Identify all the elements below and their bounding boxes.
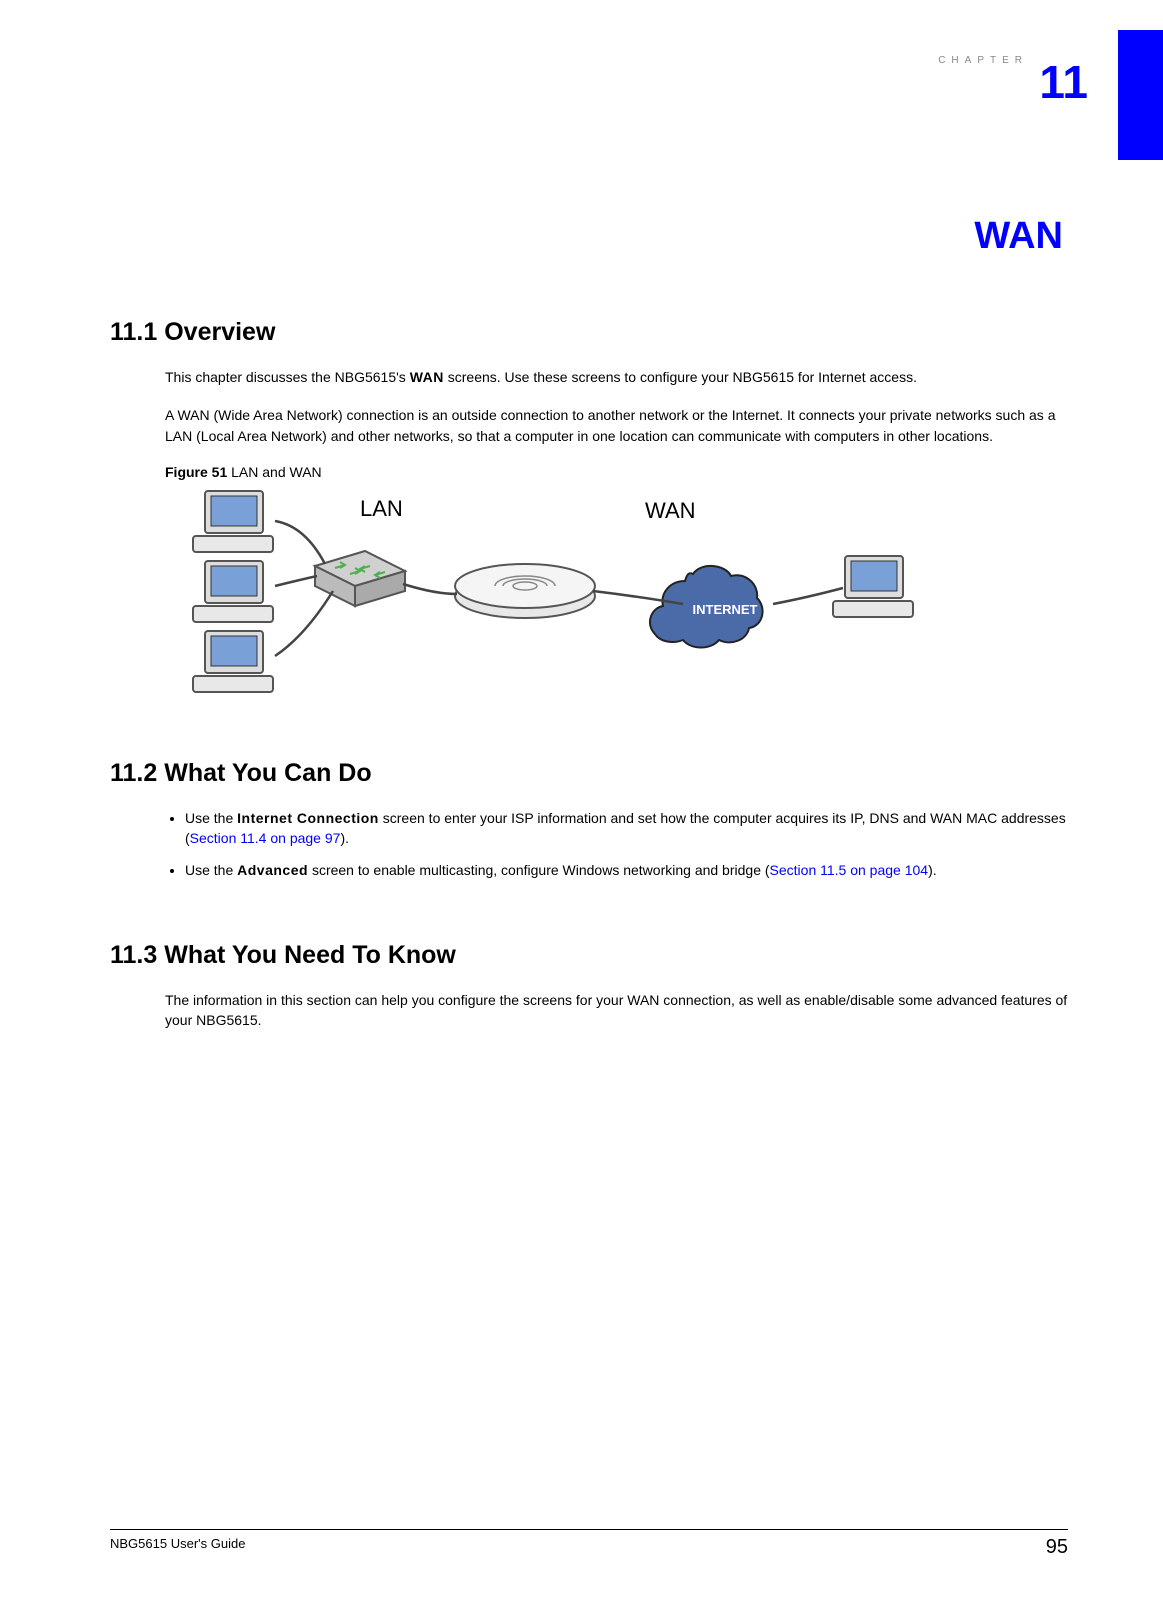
text-fragment: screens. Use these screens to configure … <box>444 369 917 385</box>
bullet-list: Use the Internet Connection screen to en… <box>165 808 1068 881</box>
page-footer: NBG5615 User's Guide 95 <box>110 1529 1068 1559</box>
cross-ref-link[interactable]: Section 11.5 on page 104 <box>770 862 929 878</box>
section-heading-what-you-need: 11.3 What You Need To Know <box>110 941 1068 970</box>
text-fragment: ). <box>340 830 349 846</box>
router-icon <box>455 564 595 618</box>
list-item: Use the Advanced screen to enable multic… <box>185 860 1068 880</box>
wan-label: WAN <box>645 498 696 523</box>
figure-lan-wan-diagram: INTERNET LAN WAN <box>185 486 1068 699</box>
pc-icon <box>833 556 913 617</box>
figure-title: LAN and WAN <box>227 464 321 480</box>
overview-paragraph-2: A WAN (Wide Area Network) connection is … <box>165 405 1068 446</box>
figure-caption: Figure 51 LAN and WAN <box>165 464 1068 480</box>
pc-icon <box>193 491 273 552</box>
cable <box>403 584 457 594</box>
text-fragment: screen to enable multicasting, configure… <box>308 862 769 878</box>
pc-icon <box>193 631 273 692</box>
pc-icon <box>193 561 273 622</box>
lan-label: LAN <box>360 496 403 521</box>
figure-label: Figure 51 <box>165 464 227 480</box>
internet-cloud-icon: INTERNET <box>650 566 763 648</box>
internet-label: INTERNET <box>693 602 758 617</box>
chapter-title: WAN <box>110 215 1068 258</box>
text-fragment: Use the <box>185 862 237 878</box>
overview-paragraph-1: This chapter discusses the NBG5615's WAN… <box>165 367 1068 387</box>
footer-guide-name: NBG5615 User's Guide <box>110 1536 245 1559</box>
text-fragment: Use the <box>185 810 237 826</box>
list-item: Use the Internet Connection screen to en… <box>185 808 1068 849</box>
side-tab <box>1118 30 1163 160</box>
chapter-label: CHAPTER <box>938 55 1028 66</box>
text-bold-wan: WAN <box>410 369 444 385</box>
text-fragment: This chapter discusses the NBG5615's <box>165 369 410 385</box>
chapter-number: 11 <box>1039 55 1088 109</box>
cable <box>275 521 325 564</box>
cross-ref-link[interactable]: Section 11.4 on page 97 <box>190 830 341 846</box>
text-bold: Internet Connection <box>237 810 379 826</box>
cable <box>275 576 317 586</box>
need-to-know-paragraph: The information in this section can help… <box>165 990 1068 1031</box>
footer-page-number: 95 <box>1046 1536 1068 1559</box>
text-fragment: ). <box>928 862 937 878</box>
text-bold: Advanced <box>237 862 308 878</box>
cable <box>275 591 333 656</box>
section-heading-overview: 11.1 Overview <box>110 318 1068 347</box>
section-heading-what-you-can-do: 11.2 What You Can Do <box>110 759 1068 788</box>
cable <box>773 588 843 604</box>
